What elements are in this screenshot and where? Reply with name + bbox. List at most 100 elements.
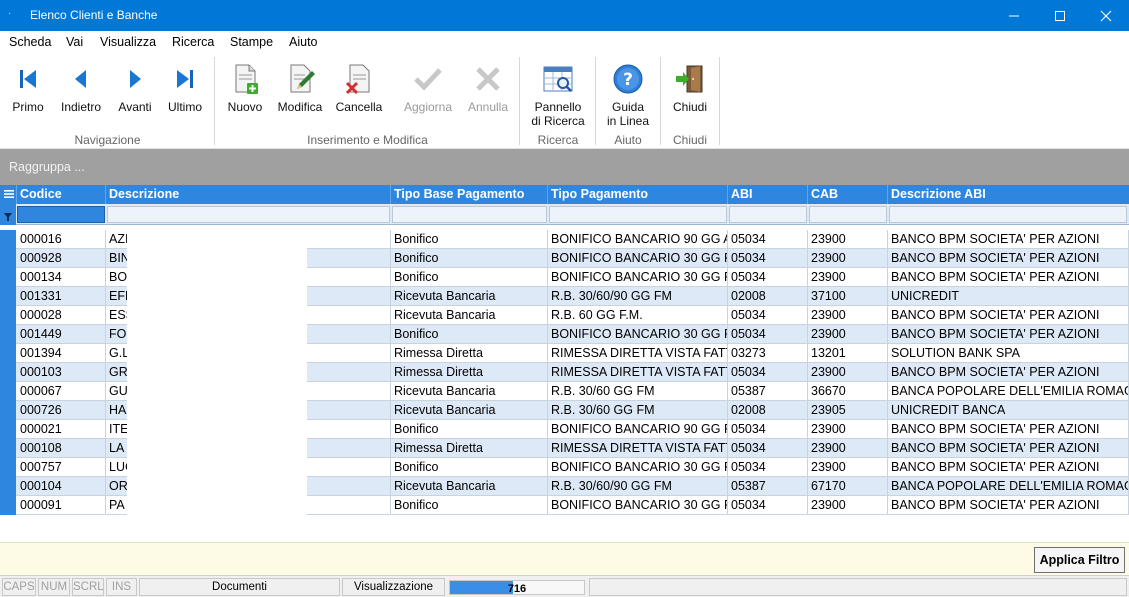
- cell-cab[interactable]: 23900: [808, 325, 888, 344]
- row-selector[interactable]: [0, 439, 16, 458]
- cell-tipo-pagamento[interactable]: R.B. 60 GG F.M.: [548, 306, 728, 325]
- cell-tipo-base-pagamento[interactable]: Ricevuta Bancaria: [391, 382, 548, 401]
- indietro-button[interactable]: Indietro: [56, 54, 106, 134]
- cell-descrizione-abi[interactable]: BANCO BPM SOCIETA' PER AZIONI: [888, 496, 1129, 515]
- cell-tipo-pagamento[interactable]: RIMESSA DIRETTA VISTA FATTU: [548, 363, 728, 382]
- row-selector[interactable]: [0, 382, 16, 401]
- cell-abi[interactable]: 05034: [728, 230, 808, 249]
- filter-descrizione[interactable]: [107, 206, 390, 223]
- row-selector[interactable]: [0, 249, 16, 268]
- cell-abi[interactable]: 05034: [728, 249, 808, 268]
- annulla-button[interactable]: Annulla: [463, 54, 513, 134]
- aggiorna-button[interactable]: Aggiorna: [399, 54, 457, 134]
- cell-tipo-pagamento[interactable]: BONIFICO BANCARIO 30 GG FM: [548, 496, 728, 515]
- filter-tipo-pagamento[interactable]: [549, 206, 727, 223]
- filter-abi[interactable]: [729, 206, 807, 223]
- cell-codice[interactable]: 000021: [17, 420, 106, 439]
- cell-tipo-base-pagamento[interactable]: Rimessa Diretta: [391, 363, 548, 382]
- cell-abi[interactable]: 05034: [728, 325, 808, 344]
- cell-cab[interactable]: 23900: [808, 230, 888, 249]
- cell-cab[interactable]: 23900: [808, 496, 888, 515]
- menu-stampe[interactable]: Stampe: [230, 35, 273, 49]
- cell-abi[interactable]: 03273: [728, 344, 808, 363]
- cell-codice[interactable]: 000103: [17, 363, 106, 382]
- cell-tipo-base-pagamento[interactable]: Rimessa Diretta: [391, 344, 548, 363]
- cell-descrizione-abi[interactable]: BANCO BPM SOCIETA' PER AZIONI: [888, 420, 1129, 439]
- cell-tipo-pagamento[interactable]: R.B. 30/60/90 GG FM: [548, 477, 728, 496]
- cell-cab[interactable]: 23900: [808, 363, 888, 382]
- cell-tipo-pagamento[interactable]: R.B. 30/60/90 GG FM: [548, 287, 728, 306]
- row-selector[interactable]: [0, 496, 16, 515]
- cell-descrizione-abi[interactable]: BANCO BPM SOCIETA' PER AZIONI: [888, 439, 1129, 458]
- cell-codice[interactable]: 000016: [17, 230, 106, 249]
- cell-descrizione-abi[interactable]: BANCO BPM SOCIETA' PER AZIONI: [888, 306, 1129, 325]
- nuovo-button[interactable]: Nuovo: [222, 54, 268, 134]
- cell-abi[interactable]: 05034: [728, 496, 808, 515]
- cell-codice[interactable]: 000134: [17, 268, 106, 287]
- primo-button[interactable]: Primo: [6, 54, 50, 134]
- filter-descrizione-abi[interactable]: [889, 206, 1127, 223]
- cell-abi[interactable]: 05034: [728, 439, 808, 458]
- cell-tipo-pagamento[interactable]: R.B. 30/60 GG FM: [548, 382, 728, 401]
- cell-codice[interactable]: 000104: [17, 477, 106, 496]
- maximize-button[interactable]: [1037, 0, 1083, 31]
- column-header-descrizione[interactable]: Descrizione: [106, 185, 391, 204]
- cell-codice[interactable]: 000091: [17, 496, 106, 515]
- column-header-tipo-pagamento[interactable]: Tipo Pagamento: [548, 185, 728, 204]
- cell-tipo-base-pagamento[interactable]: Bonifico: [391, 496, 548, 515]
- menu-ricerca[interactable]: Ricerca: [172, 35, 214, 49]
- row-selector[interactable]: [0, 420, 16, 439]
- cell-codice[interactable]: 001394: [17, 344, 106, 363]
- cell-cab[interactable]: 23905: [808, 401, 888, 420]
- cell-cab[interactable]: 23900: [808, 439, 888, 458]
- cell-descrizione-abi[interactable]: BANCO BPM SOCIETA' PER AZIONI: [888, 249, 1129, 268]
- cell-tipo-base-pagamento[interactable]: Rimessa Diretta: [391, 439, 548, 458]
- column-header-descrizione-abi[interactable]: Descrizione ABI: [888, 185, 1129, 204]
- cell-tipo-pagamento[interactable]: BONIFICO BANCARIO 90 GG AL: [548, 230, 728, 249]
- cell-tipo-base-pagamento[interactable]: Ricevuta Bancaria: [391, 401, 548, 420]
- menu-aiuto[interactable]: Aiuto: [289, 35, 318, 49]
- cell-tipo-pagamento[interactable]: BONIFICO BANCARIO 30 GG FM: [548, 268, 728, 287]
- row-selector[interactable]: [0, 268, 16, 287]
- cell-codice[interactable]: 000067: [17, 382, 106, 401]
- cell-abi[interactable]: 05034: [728, 420, 808, 439]
- cell-tipo-base-pagamento[interactable]: Bonifico: [391, 420, 548, 439]
- row-selector[interactable]: [0, 344, 16, 363]
- cell-tipo-pagamento[interactable]: RIMESSA DIRETTA VISTA FATTU: [548, 344, 728, 363]
- filter-codice[interactable]: [17, 206, 105, 223]
- column-chooser-button[interactable]: [0, 185, 17, 204]
- apply-filter-button[interactable]: Applica Filtro: [1034, 547, 1125, 573]
- row-selector[interactable]: [0, 306, 16, 325]
- guida-in-linea-button[interactable]: ? Guida in Linea: [602, 54, 654, 134]
- cell-descrizione-abi[interactable]: UNICREDIT: [888, 287, 1129, 306]
- cell-descrizione-abi[interactable]: BANCO BPM SOCIETA' PER AZIONI: [888, 458, 1129, 477]
- cell-cab[interactable]: 23900: [808, 268, 888, 287]
- cell-cab[interactable]: 23900: [808, 306, 888, 325]
- filter-cab[interactable]: [809, 206, 887, 223]
- cell-descrizione-abi[interactable]: UNICREDIT BANCA: [888, 401, 1129, 420]
- cell-codice[interactable]: 000108: [17, 439, 106, 458]
- cell-cab[interactable]: 13201: [808, 344, 888, 363]
- cell-cab[interactable]: 67170: [808, 477, 888, 496]
- menu-scheda[interactable]: Scheda: [9, 35, 51, 49]
- close-button[interactable]: [1083, 0, 1129, 31]
- cell-tipo-base-pagamento[interactable]: Bonifico: [391, 230, 548, 249]
- cell-abi[interactable]: 05387: [728, 382, 808, 401]
- column-header-cab[interactable]: CAB: [808, 185, 888, 204]
- column-header-codice[interactable]: Codice: [17, 185, 106, 204]
- row-selector[interactable]: [0, 230, 16, 249]
- cell-descrizione-abi[interactable]: SOLUTION BANK SPA: [888, 344, 1129, 363]
- cell-abi[interactable]: 05034: [728, 306, 808, 325]
- cell-descrizione-abi[interactable]: BANCO BPM SOCIETA' PER AZIONI: [888, 230, 1129, 249]
- menu-visualizza[interactable]: Visualizza: [100, 35, 156, 49]
- modifica-button[interactable]: Modifica: [274, 54, 326, 134]
- minimize-button[interactable]: [991, 0, 1037, 31]
- cell-codice[interactable]: 001331: [17, 287, 106, 306]
- column-header-tipo-base-pagamento[interactable]: Tipo Base Pagamento: [391, 185, 548, 204]
- avanti-button[interactable]: Avanti: [112, 54, 158, 134]
- row-selector[interactable]: [0, 287, 16, 306]
- cell-tipo-pagamento[interactable]: BONIFICO BANCARIO 30 GG FM: [548, 458, 728, 477]
- cell-cab[interactable]: 37100: [808, 287, 888, 306]
- cell-tipo-pagamento[interactable]: BONIFICO BANCARIO 90 GG FM: [548, 420, 728, 439]
- cell-cab[interactable]: 23900: [808, 420, 888, 439]
